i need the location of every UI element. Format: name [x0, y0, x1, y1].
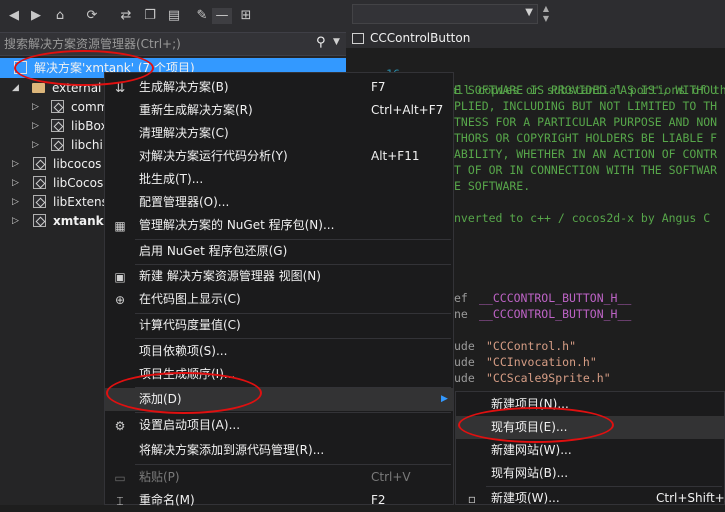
menu-item-show-on-code-map[interactable]: ⊕ 在代码图上显示(C) [105, 288, 453, 311]
collapsed-arrow-icon[interactable]: ▷ [12, 173, 22, 193]
submenu-item-existing-project[interactable]: 现有项目(E)... [456, 416, 724, 439]
project-icon [33, 214, 46, 227]
nuget-icon: ▦ [114, 219, 126, 233]
code-map-icon: ⊕ [114, 293, 126, 307]
project-icon [51, 100, 64, 113]
code-text: E SOFTWARE IS PROVIDED "AS IS", WITHOU [454, 83, 718, 97]
menu-separator [135, 464, 451, 465]
search-input[interactable] [4, 33, 304, 55]
code-line: 16 * all copies or substantial portions … [346, 50, 725, 97]
menu-item-rename[interactable]: ⌶ 重命名(M) F2 [105, 489, 453, 512]
menu-item-project-dependencies[interactable]: 项目依赖项(S)... [105, 340, 453, 363]
member-bar: CCControlButton [346, 30, 725, 48]
code-text: nverted to c++ / cocos2d-x by Angus C [454, 211, 711, 225]
menu-item-add-to-source-control[interactable]: 将解决方案添加到源代码管理(R)... [105, 439, 453, 462]
solution-icon [14, 61, 27, 74]
collapsed-arrow-icon[interactable]: ▷ [12, 154, 22, 174]
menu-item-enable-nuget-restore[interactable]: 启用 NuGet 程序包还原(G) [105, 240, 453, 263]
project-icon [33, 176, 46, 189]
expanded-arrow-icon[interactable]: ◢ [12, 78, 22, 98]
tree-item-label: libCocos [53, 176, 104, 190]
scroll-spinner[interactable]: ▲ ▼ [540, 4, 552, 24]
tree-item-label: external [52, 81, 102, 95]
code-text: TNESS FOR A PARTICULAR PURPOSE AND NON [454, 115, 718, 129]
menu-item-add[interactable]: 添加(D) ▶ [105, 388, 453, 411]
menu-item-code-metrics[interactable]: 计算代码度量值(C) [105, 314, 453, 337]
menu-item-new-explorer-view[interactable]: ▣ 新建 解决方案资源管理器 视图(N) [105, 265, 453, 288]
include-path: "CCScale9Sprite.h" [486, 371, 611, 385]
collapsed-arrow-icon[interactable]: ▷ [32, 97, 42, 117]
menu-item-build-solution[interactable]: ⇊ 生成解决方案(B) F7 [105, 76, 453, 99]
code-text: E SOFTWARE. [454, 179, 531, 193]
code-text: THORS OR COPYRIGHT HOLDERS BE LIABLE F [454, 131, 718, 145]
menu-item-rebuild-solution[interactable]: 重新生成解决方案(R) Ctrl+Alt+F7 [105, 99, 453, 122]
properties-icon[interactable]: ✎ [194, 8, 210, 24]
forward-icon[interactable]: ▶ [28, 8, 44, 24]
menu-item-configuration-manager[interactable]: 配置管理器(O)... [105, 191, 453, 214]
submenu-item-new-website[interactable]: 新建网站(W)... [456, 439, 724, 462]
solution-explorer-search: ⚲ ▼ [0, 32, 346, 56]
project-icon [33, 195, 46, 208]
refresh-icon[interactable]: ⇄ [118, 8, 134, 24]
submenu-item-existing-website[interactable]: 现有网站(B)... [456, 462, 724, 485]
back-icon[interactable]: ◀ [6, 8, 22, 24]
build-icon: ⇊ [114, 81, 126, 95]
solution-context-menu: ⇊ 生成解决方案(B) F7 重新生成解决方案(R) Ctrl+Alt+F7 清… [104, 72, 454, 508]
preproc-keyword: ude [454, 371, 482, 385]
rename-icon: ⌶ [116, 494, 124, 508]
tree-item-label: libBox [71, 119, 108, 133]
new-view-icon: ▣ [114, 270, 126, 284]
paste-icon: ▭ [114, 471, 126, 485]
submenu-item-new-project[interactable]: 新建项目(N)... [456, 393, 724, 416]
submenu-arrow-icon: ▶ [441, 394, 448, 404]
chevron-down-icon: ▼ [525, 7, 533, 18]
menu-item-set-startup-projects[interactable]: ⚙ 设置启动项目(A)... [105, 414, 453, 437]
menu-separator [135, 412, 451, 413]
navigation-bar: ▼ ▲ ▼ [346, 0, 725, 30]
class-icon [352, 33, 364, 44]
collapsed-arrow-icon[interactable]: ▷ [32, 135, 42, 155]
code-text: T OF OR IN CONNECTION WITH THE SOFTWAR [454, 163, 718, 177]
scope-dropdown[interactable]: ▼ [352, 4, 538, 24]
collapse-all-icon[interactable]: ❐ [142, 8, 158, 24]
new-item-icon: ▫ [467, 492, 477, 506]
collapsed-arrow-icon[interactable]: ▷ [32, 116, 42, 136]
tree-item-label: libExtens [53, 195, 108, 209]
menu-item-paste[interactable]: ▭ 粘贴(P) Ctrl+V [105, 466, 453, 489]
member-label[interactable]: CCControlButton [370, 31, 470, 45]
menu-item-batch-build[interactable]: 批生成(T)... [105, 168, 453, 191]
code-text: ABILITY, WHETHER IN AN ACTION OF CONTR [454, 147, 718, 161]
preproc-keyword: ne [454, 307, 475, 321]
tree-item-label: libcocos [53, 157, 102, 171]
menu-item-project-build-order[interactable]: 项目生成顺序(I)... [105, 363, 453, 386]
macro-name: __CCCONTROL_BUTTON_H__ [479, 307, 632, 321]
collapsed-arrow-icon[interactable]: ▷ [12, 211, 22, 231]
menu-separator [135, 338, 451, 339]
folder-icon [32, 83, 45, 93]
search-options-icon[interactable]: ▼ [333, 37, 340, 47]
tree-item-label: libchi [71, 138, 103, 152]
show-all-files-icon[interactable]: ▤ [166, 8, 182, 24]
collapsed-arrow-icon[interactable]: ▷ [12, 192, 22, 212]
menu-item-manage-nuget[interactable]: ▦ 管理解决方案的 NuGet 程序包(N)... [105, 214, 453, 237]
search-icon[interactable]: ⚲ [316, 35, 326, 50]
submenu-item-new-item[interactable]: ▫ 新建项(W)... Ctrl+Shift+A [456, 487, 725, 510]
project-icon [33, 157, 46, 170]
add-submenu: 新建项目(N)... 现有项目(E)... 新建网站(W)... 现有网站(B)… [455, 391, 725, 506]
tree-item-label: xmtank [53, 214, 104, 228]
project-icon [51, 119, 64, 132]
menu-item-clean-solution[interactable]: 清理解决方案(C) [105, 122, 453, 145]
menu-item-code-analysis[interactable]: 对解决方案运行代码分析(Y) Alt+F11 [105, 145, 453, 168]
view-class-diagram-icon[interactable]: ⊞ [238, 8, 254, 24]
gear-icon: ⚙ [114, 419, 126, 433]
tree-item-label: comm [71, 100, 109, 114]
project-icon [51, 138, 64, 151]
solution-explorer-toolbar: ◀ ▶ ⌂ ⟳ ⇄ ❐ ▤ ✎ — ⊞ [0, 0, 346, 32]
sync-icon[interactable]: ⟳ [84, 8, 100, 24]
code-text: PLIED, INCLUDING BUT NOT LIMITED TO TH [454, 99, 718, 113]
preview-icon[interactable]: — [212, 8, 232, 24]
home-icon[interactable]: ⌂ [52, 8, 68, 24]
